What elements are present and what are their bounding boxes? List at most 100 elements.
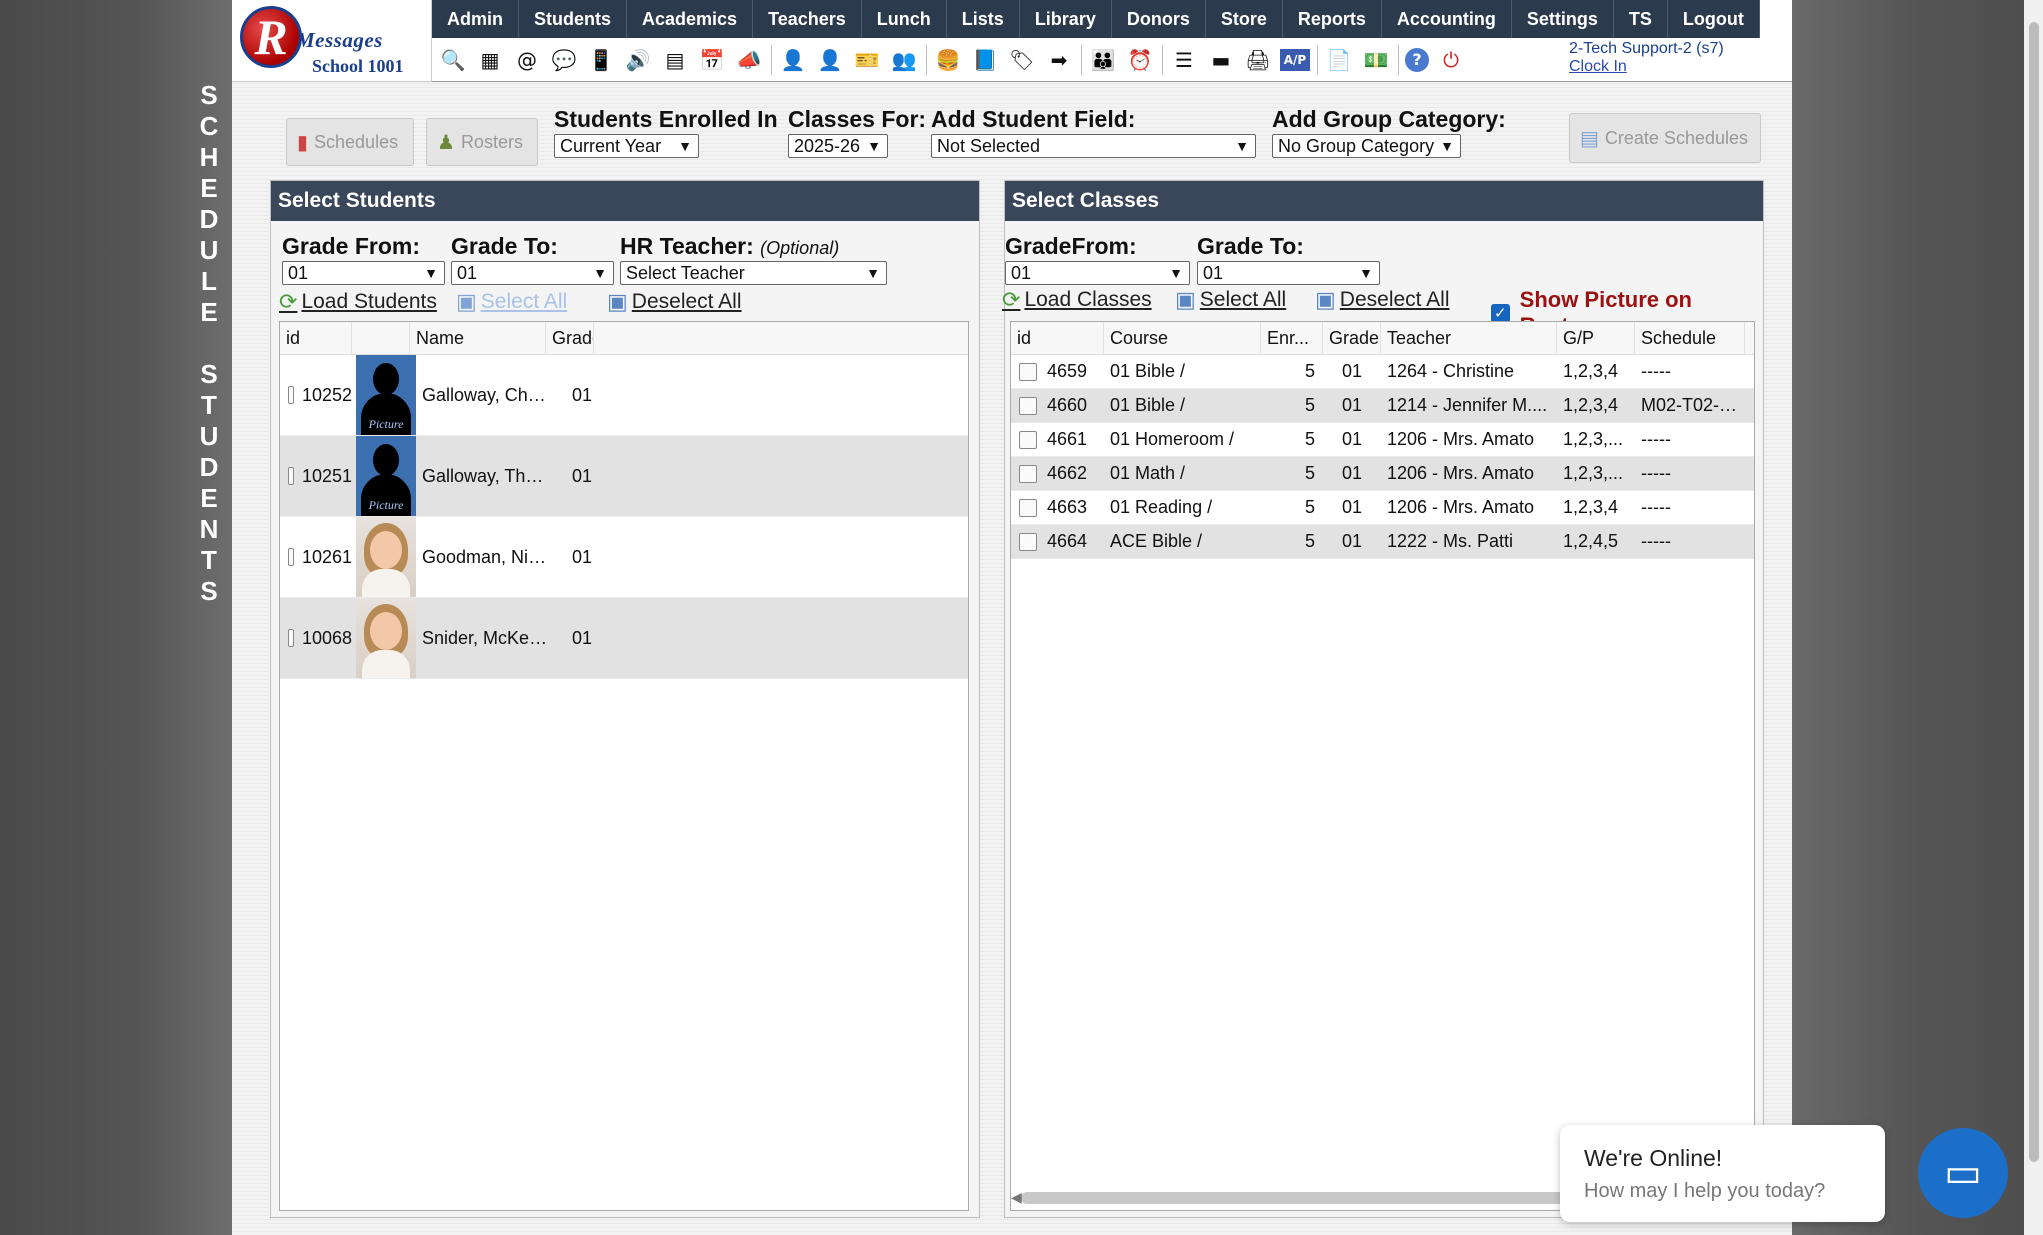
create-schedules-button[interactable]: ▤ Create Schedules	[1569, 113, 1761, 163]
deselect-all-classes-link[interactable]: ▣ Deselect All	[1315, 287, 1450, 313]
class-enr: 5	[1304, 429, 1315, 449]
nav-item-logout[interactable]: Logout	[1668, 0, 1760, 38]
student-photo: Picture	[356, 436, 416, 516]
megaphone-icon[interactable]: 📣	[734, 45, 764, 75]
classes-for-select[interactable]: 2025-26 ▼	[788, 134, 888, 158]
table-row[interactable]: 10068 Snider, McKenzie 01	[280, 598, 968, 679]
lunch-icon[interactable]: 🍔	[933, 45, 963, 75]
row-checkbox[interactable]	[288, 629, 294, 647]
table-row[interactable]: 10261 Goodman, Nicole 01	[280, 517, 968, 598]
table-row[interactable]: 4663 01 Reading / 5 01 1206 - Mrs. Amato 1,2,…	[1011, 491, 1754, 525]
class-grade-from-select[interactable]: 01 ▼	[1005, 261, 1190, 285]
hr-teacher-select[interactable]: Select Teacher ▼	[620, 261, 887, 285]
speaker-icon[interactable]: 🔊	[623, 45, 653, 75]
person-icon[interactable]: 👤	[815, 45, 845, 75]
select-all-students-link[interactable]: ▣ Select All	[456, 289, 567, 315]
ap-icon[interactable]: A/P	[1280, 48, 1310, 71]
table-row[interactable]: 10252 Picture Galloway, Charles 01	[280, 355, 968, 436]
calendar-grid-icon[interactable]: ▦	[475, 45, 505, 75]
logo[interactable]: R Messages School 1001	[232, 0, 432, 82]
table-row[interactable]: 4664 ACE Bible / 5 01 1222 - Ms. Patti 1,2,4,…	[1011, 525, 1754, 559]
row-checkbox[interactable]	[1019, 498, 1037, 517]
enrolled-select[interactable]: Current Year ▼	[554, 134, 699, 158]
email-icon[interactable]: @	[512, 45, 542, 75]
select-classes-panel: Select Classes GradeFrom: 01 ▼ Grade To: …	[1002, 180, 1764, 1218]
search-icon[interactable]: 🔍	[438, 45, 468, 75]
student-grade-to-label: Grade To:	[451, 233, 558, 259]
chat-button[interactable]: ▭	[1918, 1128, 2008, 1218]
table-row[interactable]: 4659 01 Bible / 5 01 1264 - Christine 1,2,3,4…	[1011, 355, 1754, 389]
silhouette	[373, 363, 399, 395]
phone-icon[interactable]: 📱	[586, 45, 616, 75]
pdf-icon[interactable]: 📄	[1324, 45, 1354, 75]
nav-item-library[interactable]: Library	[1020, 0, 1112, 38]
table-row[interactable]: 10251 Picture Galloway, Thorton 01	[280, 436, 968, 517]
nav-item-accounting[interactable]: Accounting	[1382, 0, 1512, 38]
help-icon[interactable]: ?	[1405, 47, 1429, 72]
money-icon[interactable]: 💵	[1361, 45, 1391, 75]
add-student-field-select[interactable]: Not Selected ▼	[931, 134, 1256, 158]
class-grade: 01	[1341, 463, 1363, 483]
chevron-down-icon: ▼	[678, 138, 692, 154]
row-checkbox[interactable]	[1019, 396, 1037, 415]
student-grade-from-select[interactable]: 01 ▼	[282, 261, 445, 285]
people-icon[interactable]: 👥	[889, 45, 919, 75]
class-grade-to-select[interactable]: 01 ▼	[1197, 261, 1380, 285]
tag-icon[interactable]: 🏷	[1007, 45, 1037, 75]
load-classes-link[interactable]: ⟳ Load Classes	[1002, 287, 1152, 313]
row-checkbox[interactable]	[288, 548, 294, 566]
nav-item-donors[interactable]: Donors	[1112, 0, 1206, 38]
scroll-left-arrow-icon[interactable]: ◀	[1011, 1190, 1022, 1206]
forward-icon[interactable]: ➡	[1044, 45, 1074, 75]
printer-icon[interactable]: 🖨	[1243, 45, 1273, 75]
book-icon[interactable]: 📘	[970, 45, 1000, 75]
deselect-all-icon: ▣	[607, 289, 628, 314]
row-checkbox[interactable]	[1019, 362, 1037, 381]
add-person-icon[interactable]: 👤	[778, 45, 808, 75]
nav-item-admin[interactable]: Admin	[432, 0, 519, 38]
chat-popup[interactable]: We're Online! How may I help you today?	[1560, 1125, 1885, 1222]
chat-icon[interactable]: 💬	[549, 45, 579, 75]
rosters-button[interactable]: ♟ Rosters	[426, 118, 538, 166]
horizontal-scrollbar[interactable]	[1021, 1192, 1581, 1204]
student-grade-to-select[interactable]: 01 ▼	[451, 261, 614, 285]
row-checkbox[interactable]	[1019, 430, 1037, 449]
power-icon[interactable]: ⏻	[1436, 45, 1466, 75]
ticket-icon[interactable]: 🎫	[852, 45, 882, 75]
nav-item-lists[interactable]: Lists	[947, 0, 1020, 38]
nav-item-teachers[interactable]: Teachers	[753, 0, 862, 38]
schedules-button[interactable]: ▮ Schedules	[286, 118, 414, 166]
nav-item-reports[interactable]: Reports	[1283, 0, 1382, 38]
nav-item-lunch[interactable]: Lunch	[862, 0, 947, 38]
row-checkbox[interactable]	[1019, 464, 1037, 483]
table-row[interactable]: 4662 01 Math / 5 01 1206 - Mrs. Amato 1,2,3,.…	[1011, 457, 1754, 491]
scrollbar-thumb[interactable]	[2029, 22, 2039, 1162]
show-picture-checkbox[interactable]: ✓	[1491, 303, 1510, 323]
nav-item-store[interactable]: Store	[1206, 0, 1283, 38]
clock-icon[interactable]: ⏰	[1125, 45, 1155, 75]
class-grade-from-label: GradeFrom:	[1005, 233, 1137, 259]
calendar-icon[interactable]: 📅	[697, 45, 727, 75]
class-grade-to-label: Grade To:	[1197, 233, 1304, 259]
group-icon[interactable]: 👪	[1088, 45, 1118, 75]
class-teacher: 1206 - Mrs. Amato	[1387, 463, 1535, 483]
row-checkbox[interactable]	[288, 467, 294, 485]
nav-item-academics[interactable]: Academics	[627, 0, 754, 38]
class-col-header: G/P	[1557, 322, 1635, 355]
nav-item-ts[interactable]: TS	[1614, 0, 1668, 38]
table-row[interactable]: 4661 01 Homeroom / 5 01 1206 - Mrs. Amato 1,2…	[1011, 423, 1754, 457]
list-icon[interactable]: ☰	[1169, 45, 1199, 75]
add-group-select[interactable]: No Group Category ▼	[1272, 134, 1461, 158]
vertical-scrollbar[interactable]	[2024, 0, 2043, 1235]
nav-item-settings[interactable]: Settings	[1512, 0, 1614, 38]
row-checkbox[interactable]	[288, 386, 294, 404]
card-icon[interactable]: ▬	[1206, 45, 1236, 75]
clock-in-link[interactable]: Clock In	[1569, 58, 1724, 76]
report-icon[interactable]: ▤	[660, 45, 690, 75]
deselect-all-students-link[interactable]: ▣ Deselect All	[607, 289, 742, 315]
load-students-link[interactable]: ⟳ Load Students	[279, 289, 437, 315]
table-row[interactable]: 4660 01 Bible / 5 01 1214 - Jennifer M.... 1,…	[1011, 389, 1754, 423]
row-checkbox[interactable]	[1019, 532, 1037, 551]
nav-item-students[interactable]: Students	[519, 0, 628, 38]
select-all-classes-link[interactable]: ▣ Select All	[1175, 287, 1286, 313]
